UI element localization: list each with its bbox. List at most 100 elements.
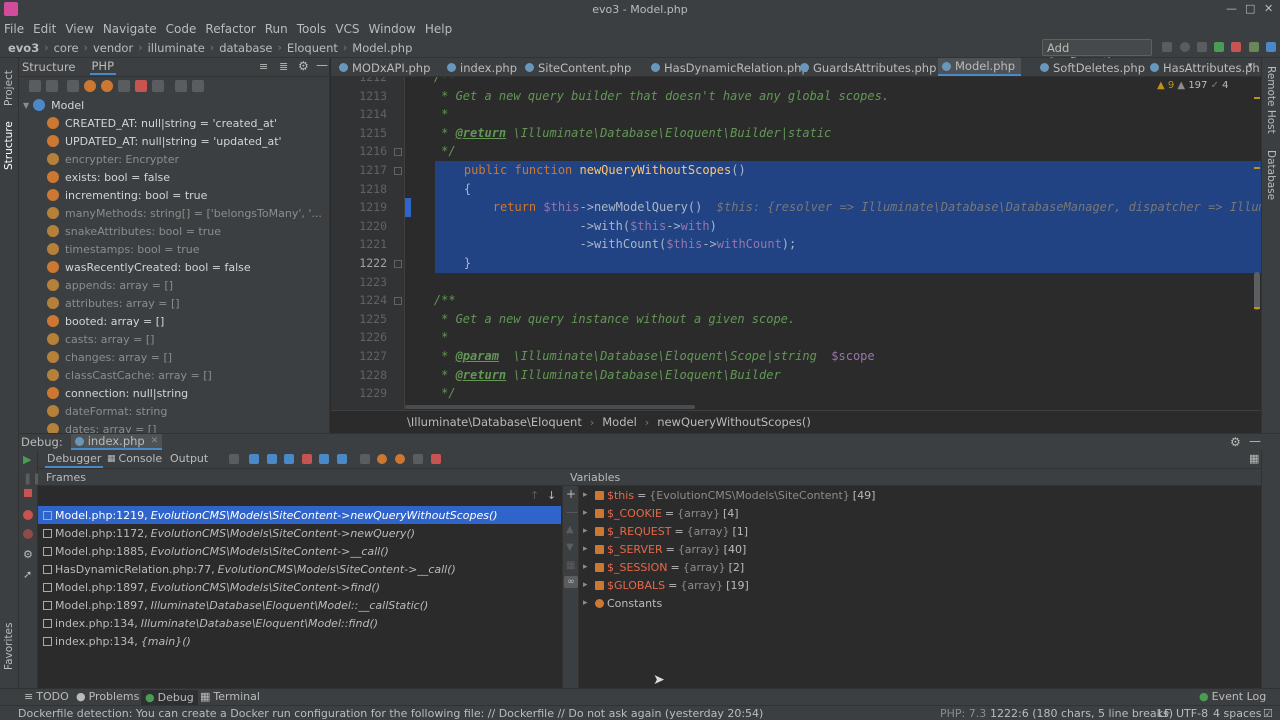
new-watch-icon[interactable]: + [566,487,576,501]
variable-row[interactable]: ▸ $_REQUEST = {array} [1] [579,522,748,540]
breadcrumb-illuminate[interactable]: illuminate [148,41,205,55]
collapse-all-icon[interactable]: ≡ [259,60,268,73]
show-constants-icon[interactable] [101,80,113,92]
menu-view[interactable]: View [65,22,93,36]
menu-code[interactable]: Code [166,22,197,36]
coverage-icon[interactable] [1197,42,1207,52]
stop-icon[interactable] [1231,42,1241,52]
constants-row[interactable]: ▸ Constants [579,594,662,612]
move-down-icon[interactable]: ▼ [566,542,574,553]
stack-frame[interactable]: Model.php:1897, Illuminate\Database\Eloqu… [38,596,561,614]
menu-run[interactable]: Run [265,22,288,36]
structure-item[interactable]: encrypter: Encrypter [19,150,330,168]
frames-list-icon[interactable] [413,454,423,464]
project-tool-button[interactable]: Project [3,70,15,106]
restore-layout-icon[interactable]: ▦ [1249,452,1259,465]
code-line[interactable] [405,273,1261,292]
expand-arrow-icon[interactable]: ▸ [583,598,595,608]
evaluate-expression-icon[interactable] [360,454,370,464]
stack-frame[interactable]: HasDynamicRelation.php:77, EvolutionCMS\M… [38,560,561,578]
stack-icon[interactable] [431,454,441,464]
expand-arrow-icon[interactable]: ▸ [583,526,595,536]
indent-setting[interactable]: 4 spaces [1213,707,1262,720]
menu-edit[interactable]: Edit [33,22,56,36]
code-line[interactable]: * @param \Illuminate\Database\Eloquent\S… [405,347,1261,366]
editor-tab[interactable]: HasAttributes.ph [1146,58,1261,76]
copy-icon[interactable]: ▦ [566,560,575,571]
menu-window[interactable]: Window [369,22,416,36]
mute-breakpoints-icon[interactable] [395,454,405,464]
stack-frame[interactable]: index.php:134, Illuminate\Database\Eloque… [38,614,561,632]
warning-marker[interactable] [1254,97,1260,99]
show-fields-icon[interactable] [84,80,96,92]
structure-tool-button[interactable]: Structure [3,121,15,170]
tab-output[interactable]: Output [170,452,208,465]
variable-row[interactable]: ▸ $_SERVER = {array} [40] [579,540,746,558]
breadcrumb-file[interactable]: Model.php [352,41,412,55]
code-line[interactable]: /** [405,291,1261,310]
menu-tools[interactable]: Tools [297,22,327,36]
view-breakpoints-icon[interactable] [377,454,387,464]
event-log-button[interactable]: ● Event Log [1199,690,1266,703]
code-line[interactable]: * [405,105,1261,124]
structure-item[interactable]: changes: array = [] [19,348,330,366]
horizontal-scroll-thumb[interactable] [405,405,695,409]
expand-arrow-icon[interactable]: ▸ [583,490,595,500]
code-line[interactable]: * Get a new query builder that doesn't h… [405,87,1261,106]
stack-frame[interactable]: index.php:134, {main}() [38,632,561,650]
tab-console[interactable]: ▦ Console [107,452,162,465]
stack-frame[interactable]: Model.php:1219, EvolutionCMS\Models\SiteC… [38,506,561,524]
structure-item[interactable]: timestamps: bool = true [19,240,330,258]
tab-debugger[interactable]: Debugger [45,451,104,468]
editor-tab[interactable]: GuardsAttributes.php [796,58,942,76]
settings-gear-icon[interactable]: ⚙ [298,59,309,73]
structure-item[interactable]: manyMethods: string[] = ['belongsToMany'… [19,204,330,222]
structure-item[interactable]: casts: array = [] [19,330,330,348]
show-inherited-icon[interactable] [67,80,79,92]
structure-item[interactable]: dates: array = [] [19,420,330,433]
previous-frame-icon[interactable]: ↑ [530,489,539,502]
step-over-icon[interactable] [267,454,277,464]
code-line[interactable]: { [435,179,1261,199]
chevron-down-icon[interactable]: ▼ [23,101,29,110]
lock-icon[interactable]: ☑ [1263,707,1273,720]
scroll-thumb[interactable] [1254,272,1260,310]
hide-debug-icon[interactable]: — [1249,434,1261,448]
debug-session-tab[interactable]: index.php ✕ [70,434,163,450]
code-line[interactable]: ->withCount($this->withCount); [435,235,1261,254]
code-line[interactable]: */ [405,142,1261,161]
database-tool-button[interactable]: Database [1265,150,1277,200]
code-line[interactable]: public function newQueryWithoutScopes() [435,161,1261,180]
variable-row[interactable]: ▸ $GLOBALS = {array} [19] [579,576,749,594]
line-separator[interactable]: LF [1158,707,1170,720]
structure-item[interactable]: exists: bool = false [19,168,330,186]
structure-item[interactable]: connection: null|string [19,384,330,402]
stack-frame[interactable]: Model.php:1172, EvolutionCMS\Models\SiteC… [38,524,561,542]
editor-tab[interactable]: SoftDeletes.php [1036,58,1151,76]
editor-tab[interactable]: MODxAPI.php [335,58,436,76]
infinity-icon[interactable]: ∞ [564,576,578,588]
expand-arrow-icon[interactable]: ▸ [583,544,595,554]
structure-item[interactable]: incrementing: bool = true [19,186,330,204]
run-icon[interactable] [1162,42,1172,52]
mute-breakpoints-side-icon[interactable] [23,529,33,539]
variable-row[interactable]: ▸ $_SESSION = {array} [2] [579,558,744,576]
next-frame-icon[interactable]: ↓ [547,489,556,502]
code-line[interactable]: } [435,254,1261,273]
maximize-icon[interactable]: □ [1245,2,1255,15]
view-breakpoints-side-icon[interactable] [23,510,33,520]
editor-scrollbar[interactable] [1253,77,1261,410]
code-line[interactable]: * [405,328,1261,347]
step-out-icon[interactable] [319,454,329,464]
show-execution-point-icon[interactable] [249,454,259,464]
structure-tab-php[interactable]: PHP [89,59,117,75]
remove-watch-icon[interactable]: — [566,505,578,519]
structure-item[interactable]: UPDATED_AT: null|string = 'updated_at' [19,132,330,150]
editor-tab[interactable]: Model.php [938,58,1022,76]
code-line[interactable]: return $this->newModelQuery() $this: {re… [435,198,1261,217]
structure-item[interactable]: wasRecentlyCreated: bool = false [19,258,330,276]
status-message[interactable]: Dockerfile detection: You can create a D… [18,707,763,720]
show-traits-icon[interactable] [135,80,147,92]
tabs-overflow-icon[interactable]: ▾ [1248,61,1253,71]
code-line[interactable]: ->with($this->with) [435,216,1261,236]
